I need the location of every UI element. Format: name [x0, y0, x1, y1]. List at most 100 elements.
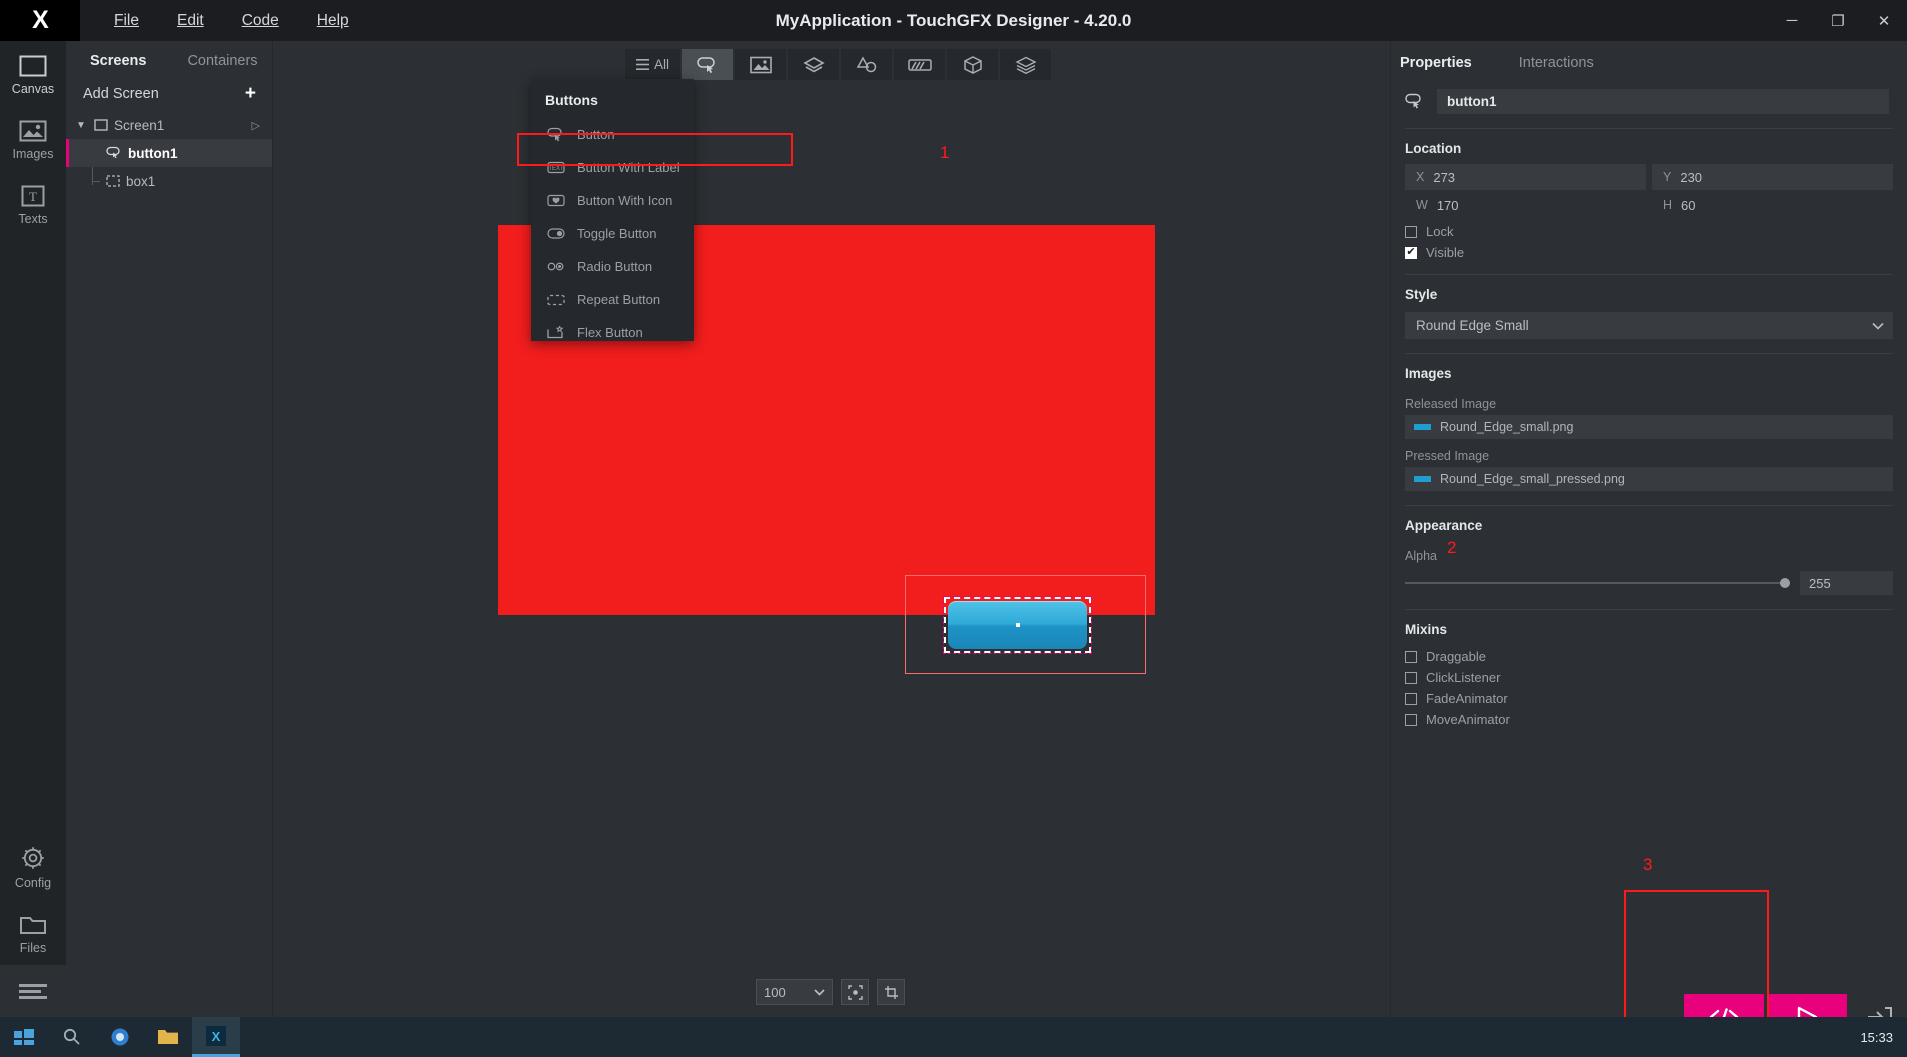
- toolbar-buttons[interactable]: [682, 49, 733, 80]
- rail-item-config[interactable]: Config: [0, 831, 66, 900]
- add-screen-row[interactable]: Add Screen +: [66, 79, 272, 111]
- mixin-row-moveanimator[interactable]: MoveAnimator: [1391, 706, 1907, 727]
- radio-icon: [547, 261, 565, 272]
- maximize-button[interactable]: ❐: [1815, 0, 1861, 41]
- title-bar: X File Edit Code Help MyApplication - To…: [0, 0, 1907, 41]
- toolbar-progress[interactable]: [894, 49, 945, 80]
- tab-screens[interactable]: Screens: [90, 53, 146, 69]
- zoom-center-button[interactable]: [841, 979, 869, 1005]
- rail-menu-button[interactable]: [0, 965, 66, 1017]
- draggable-checkbox[interactable]: [1405, 650, 1417, 663]
- add-screen-plus-icon[interactable]: +: [245, 84, 256, 103]
- tree-item-screen1[interactable]: ▼ Screen1 ▷: [66, 111, 272, 139]
- dropdown-item-button-with-icon[interactable]: Button With Icon: [531, 184, 694, 217]
- tab-interactions[interactable]: Interactions: [1519, 55, 1594, 71]
- svg-text:X: X: [212, 1029, 221, 1044]
- mixin-row-clicklistener[interactable]: ClickListener: [1391, 664, 1907, 685]
- visible-checkbox[interactable]: [1405, 246, 1417, 259]
- tree-label-screen1: Screen1: [114, 117, 165, 133]
- menu-file[interactable]: File: [95, 6, 158, 36]
- zoom-select[interactable]: 100: [756, 979, 833, 1005]
- layers-icon: [802, 56, 825, 74]
- button-center-handle[interactable]: [1015, 623, 1020, 627]
- rail-item-images[interactable]: Images: [0, 106, 66, 171]
- canvas-icon: [19, 55, 47, 77]
- location-x-field[interactable]: X 273: [1405, 164, 1646, 190]
- pressed-image-field[interactable]: Round_Edge_small_pressed.png: [1405, 467, 1893, 491]
- rail-item-canvas[interactable]: Canvas: [0, 41, 66, 106]
- zoom-crop-button[interactable]: [877, 979, 905, 1005]
- menu-code[interactable]: Code: [223, 6, 298, 36]
- toolbar-shapes[interactable]: [841, 49, 892, 80]
- image-swatch-icon: [1414, 424, 1431, 430]
- dropdown-item-radio-button[interactable]: Radio Button: [531, 250, 694, 283]
- rail-label-files: Files: [19, 941, 47, 955]
- dropdown-title: Buttons: [545, 92, 598, 108]
- moveanimator-checkbox[interactable]: [1405, 713, 1417, 726]
- close-button[interactable]: ✕: [1861, 0, 1907, 41]
- alpha-row: 255: [1391, 567, 1907, 595]
- dropdown-item-toggle-button[interactable]: Toggle Button: [531, 217, 694, 250]
- buttons-dropdown: Buttons Button TEXT Button With Label Bu…: [531, 79, 694, 341]
- mixin-row-draggable[interactable]: Draggable: [1391, 643, 1907, 664]
- tree-item-button1[interactable]: button1: [66, 139, 272, 167]
- alpha-slider-knob[interactable]: [1780, 578, 1790, 588]
- button1-selection[interactable]: [943, 596, 1092, 654]
- style-selected-value: Round Edge Small: [1416, 318, 1529, 333]
- toolbar-containers[interactable]: [788, 49, 839, 80]
- alpha-slider[interactable]: [1405, 574, 1790, 592]
- released-image-field[interactable]: Round_Edge_small.png: [1405, 415, 1893, 439]
- touchgfx-logo-icon: X: [32, 6, 49, 34]
- rail-item-texts[interactable]: T Texts: [0, 171, 66, 236]
- tab-containers[interactable]: Containers: [187, 53, 257, 69]
- dropdown-item-button[interactable]: Button: [531, 118, 694, 151]
- widget-name-input[interactable]: button1: [1437, 89, 1889, 114]
- taskbar-start-icon[interactable]: [0, 1017, 48, 1057]
- alpha-value-input[interactable]: 255: [1800, 571, 1893, 595]
- widget-toolbar: All: [625, 49, 1051, 80]
- dropdown-item-button-with-label[interactable]: TEXT Button With Label: [531, 151, 694, 184]
- lock-checkbox[interactable]: [1405, 225, 1417, 238]
- play-icon[interactable]: ▷: [252, 119, 260, 132]
- location-y-field[interactable]: Y 230: [1652, 164, 1893, 190]
- dropdown-item-flex-button[interactable]: Flex Button: [531, 316, 694, 349]
- dropdown-label-radio-button: Radio Button: [577, 259, 653, 274]
- tab-properties[interactable]: Properties: [1400, 55, 1472, 71]
- menu-edit[interactable]: Edit: [158, 6, 223, 36]
- style-select[interactable]: Round Edge Small: [1405, 312, 1893, 339]
- dropdown-item-repeat-button[interactable]: Repeat Button: [531, 283, 694, 316]
- lock-row[interactable]: Lock: [1391, 218, 1907, 239]
- center-icon: [847, 984, 863, 1000]
- toggle-icon: [547, 228, 565, 239]
- list-icon: [635, 59, 649, 70]
- visible-label: Visible: [1426, 245, 1465, 260]
- tree-item-box1[interactable]: box1: [66, 167, 272, 195]
- fadeanimator-checkbox[interactable]: [1405, 692, 1417, 705]
- lock-label: Lock: [1426, 224, 1454, 239]
- mixin-row-fadeanimator[interactable]: FadeAnimator: [1391, 685, 1907, 706]
- toolbar-all-widgets[interactable]: All: [625, 49, 680, 80]
- toolbar-misc[interactable]: [1000, 49, 1051, 80]
- rail-label-texts: Texts: [18, 212, 48, 226]
- svg-text:TEXT: TEXT: [548, 166, 564, 172]
- taskbar-search-icon[interactable]: [48, 1017, 96, 1057]
- rail-item-files[interactable]: Files: [0, 900, 66, 965]
- clicklistener-checkbox[interactable]: [1405, 671, 1417, 684]
- chevron-down-icon[interactable]: ▼: [76, 120, 88, 131]
- button-icon: [1405, 93, 1425, 110]
- zoom-value: 100: [764, 984, 786, 1000]
- image-swatch-icon: [1414, 476, 1431, 482]
- button1-widget[interactable]: [948, 601, 1087, 649]
- alpha-label: Alpha: [1405, 549, 1437, 563]
- toolbar-3d[interactable]: [947, 49, 998, 80]
- minimize-button[interactable]: ─: [1769, 0, 1815, 41]
- properties-tabs: Properties Interactions: [1391, 41, 1907, 83]
- taskbar-touchgfx-icon[interactable]: X: [192, 1017, 240, 1057]
- visible-row[interactable]: Visible: [1391, 239, 1907, 260]
- menu-help[interactable]: Help: [298, 6, 368, 36]
- taskbar-explorer-icon[interactable]: [144, 1017, 192, 1057]
- toolbar-images[interactable]: [735, 49, 786, 80]
- taskbar-browser-icon[interactable]: [96, 1017, 144, 1057]
- released-image-value: Round_Edge_small.png: [1440, 420, 1574, 434]
- box-icon: [106, 175, 120, 187]
